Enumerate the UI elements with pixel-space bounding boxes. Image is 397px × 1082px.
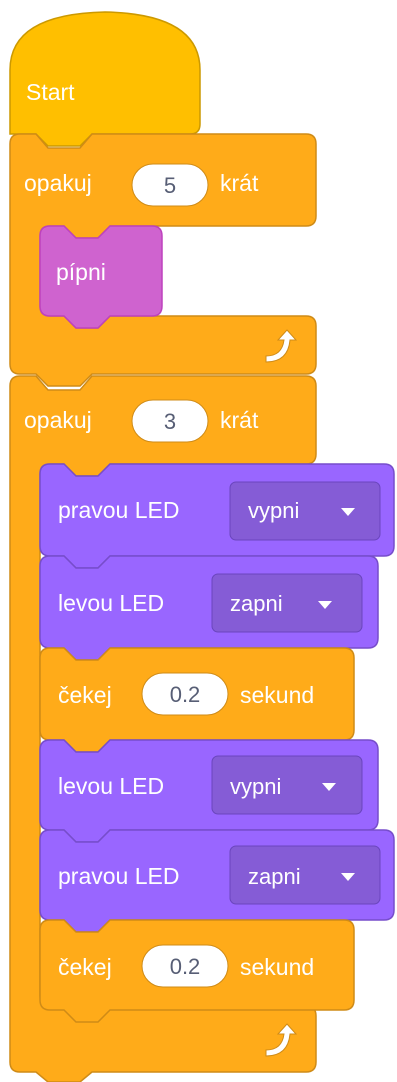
led-state-dropdown[interactable]: zapni [211,573,363,633]
led-state-dropdown[interactable]: vypni [229,481,381,541]
repeat-label-suffix: krát [220,170,259,196]
repeat-label-prefix: opakuj [24,170,92,196]
repeat-count-input[interactable]: 5 [131,163,209,207]
repeat-label-suffix: krát [220,407,259,433]
beep-label: pípni [56,259,106,285]
led-state-dropdown[interactable]: vypni [211,755,363,815]
start-label: Start [26,79,75,105]
wait-block[interactable]: čekej 0.2 sekund [39,647,355,753]
repeat-count-value: 5 [164,173,176,198]
led-label: pravou LED [58,863,179,889]
led-block-left-off[interactable]: levou LED vypni [39,739,379,843]
repeat-count-value: 3 [164,409,176,434]
start-hat-block[interactable]: Start [9,11,201,147]
wait-label-suffix: sekund [240,954,314,980]
wait-label-prefix: čekej [58,682,112,708]
wait-label-suffix: sekund [240,682,314,708]
wait-seconds-value: 0.2 [170,954,201,979]
wait-label-prefix: čekej [58,954,112,980]
led-block-right-off[interactable]: pravou LED vypni [39,463,395,569]
led-label: levou LED [58,773,164,799]
led-label: pravou LED [58,497,179,523]
led-state-dropdown[interactable]: zapni [229,845,381,905]
repeat-count-input[interactable]: 3 [131,399,209,443]
wait-seconds-input[interactable]: 0.2 [141,672,229,716]
led-block-right-on[interactable]: pravou LED zapni [39,829,395,933]
led-state-value: vypni [230,774,281,799]
led-state-value: vypni [248,498,299,523]
beep-block[interactable]: pípni [39,225,163,329]
led-state-value: zapni [248,864,301,889]
led-label: levou LED [58,590,164,616]
wait-block[interactable]: čekej 0.2 sekund [39,919,355,1023]
repeat-label-prefix: opakuj [24,407,92,433]
script-canvas: opakuj 3 krát Start opakuj 5 krát pípni [9,11,395,1082]
wait-seconds-value: 0.2 [170,682,201,707]
led-block-left-on[interactable]: levou LED zapni [39,555,379,661]
wait-seconds-input[interactable]: 0.2 [141,944,229,988]
led-state-value: zapni [230,591,283,616]
